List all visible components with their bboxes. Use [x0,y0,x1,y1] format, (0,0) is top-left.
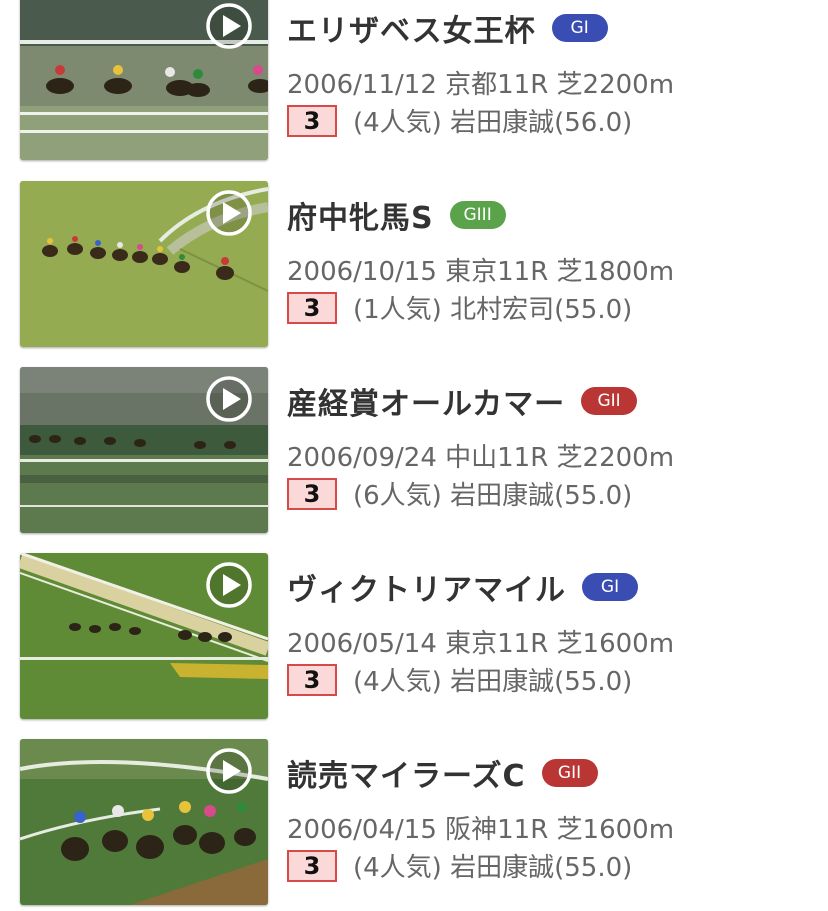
grade-badge: GI [582,573,638,601]
grade-badge: GII [581,387,638,415]
play-icon[interactable] [205,2,253,50]
race-video-thumbnail[interactable] [20,367,268,533]
play-icon[interactable] [205,189,253,237]
race-title[interactable]: ヴィクトリアマイル [287,565,566,609]
race-title[interactable]: 読売マイラーズC [287,751,526,795]
race-detail: (6人気) 岩田康誠(55.0) [353,481,633,511]
race-detail: (4人気) 岩田康誠(55.0) [353,667,633,697]
race-result: 3 (4人気) 岩田康誠(55.0) [287,847,632,884]
race-row[interactable]: 読売マイラーズC GII 2006/04/15 阪神11R 芝1600m 3 (… [0,739,828,905]
race-title-row: 産経賞オールカマー GII [287,379,638,423]
race-title-row: 読売マイラーズC GII [287,751,598,795]
race-row[interactable]: 府中牝馬S GIII 2006/10/15 東京11R 芝1800m 3 (1人… [0,181,828,347]
race-title-row: エリザベス女王杯 GI [287,6,608,50]
race-info: 2006/04/15 阪神11R 芝1600m [287,815,675,845]
race-result: 3 (4人気) 岩田康誠(56.0) [287,102,632,139]
race-result: 3 (6人気) 岩田康誠(55.0) [287,475,632,512]
race-title[interactable]: 産経賞オールカマー [287,379,565,423]
race-detail: (4人気) 岩田康誠(56.0) [353,108,633,138]
race-title[interactable]: 府中牝馬S [287,193,434,237]
race-row[interactable]: エリザベス女王杯 GI 2006/11/12 京都11R 芝2200m 3 (4… [0,0,828,160]
race-title[interactable]: エリザベス女王杯 [287,6,536,50]
race-detail: (1人気) 北村宏司(55.0) [353,295,633,325]
play-icon[interactable] [205,561,253,609]
race-row[interactable]: ヴィクトリアマイル GI 2006/05/14 東京11R 芝1600m 3 (… [0,553,828,719]
grade-badge: GII [541,759,598,787]
race-result: 3 (1人気) 北村宏司(55.0) [287,289,632,326]
play-icon[interactable] [205,747,253,795]
race-video-thumbnail[interactable] [20,739,268,905]
grade-badge: GI [551,14,608,42]
race-title-row: ヴィクトリアマイル GI [287,565,638,609]
race-video-thumbnail[interactable] [20,0,268,160]
grade-badge: GIII [449,201,506,229]
race-result: 3 (4人気) 岩田康誠(55.0) [287,661,632,698]
race-info: 2006/10/15 東京11R 芝1800m [287,257,675,287]
finish-rank-badge: 3 [287,291,337,324]
finish-rank-badge: 3 [287,104,337,137]
finish-rank-badge: 3 [287,663,337,696]
finish-rank-badge: 3 [287,477,337,510]
race-info: 2006/05/14 東京11R 芝1600m [287,629,675,659]
race-info: 2006/11/12 京都11R 芝2200m [287,70,675,100]
race-video-thumbnail[interactable] [20,553,268,719]
race-detail: (4人気) 岩田康誠(55.0) [353,853,633,883]
race-info: 2006/09/24 中山11R 芝2200m [287,443,675,473]
race-title-row: 府中牝馬S GIII [287,193,506,237]
finish-rank-badge: 3 [287,849,337,882]
race-row[interactable]: 産経賞オールカマー GII 2006/09/24 中山11R 芝2200m 3 … [0,367,828,533]
play-icon[interactable] [205,375,253,423]
race-video-thumbnail[interactable] [20,181,268,347]
